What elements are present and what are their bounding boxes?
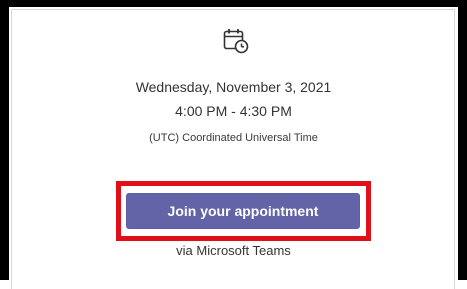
join-appointment-button[interactable]: Join your appointment [126,193,360,229]
appointment-time: 4:00 PM - 4:30 PM [175,103,292,119]
via-microsoft-teams-label: via Microsoft Teams [176,243,291,258]
calendar-clock-icon [223,29,249,54]
appointment-date: Wednesday, November 3, 2021 [135,79,332,95]
appointment-timezone: (UTC) Coordinated Universal Time [149,132,318,144]
